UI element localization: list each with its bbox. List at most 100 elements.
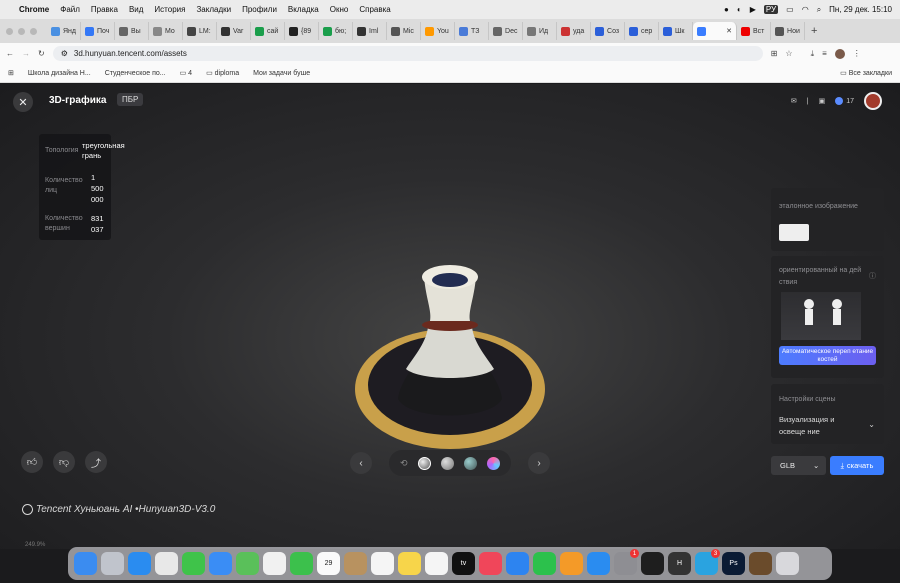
dock-trash-icon[interactable] — [776, 552, 799, 575]
menubar-app-name[interactable]: Chrome — [19, 5, 49, 14]
dock-keynote-icon[interactable] — [506, 552, 529, 575]
back-icon[interactable]: ← — [6, 49, 14, 58]
tab[interactable]: {89 — [285, 22, 320, 40]
tab[interactable]: ТЗ — [455, 22, 490, 40]
rig-preview[interactable] — [781, 292, 861, 340]
tab[interactable]: Iml — [353, 22, 388, 40]
dock-finder-icon[interactable] — [74, 552, 97, 575]
search-icon[interactable]: ⌕ — [817, 5, 821, 15]
dock-facetime-icon[interactable] — [290, 552, 313, 575]
visualization-dropdown[interactable]: Визуализация и освеще ние — [779, 414, 859, 438]
tab[interactable]: Вст — [737, 22, 772, 40]
tab[interactable]: Соз — [591, 22, 626, 40]
dock-safari-icon[interactable] — [128, 552, 151, 575]
tab[interactable]: уда — [557, 22, 592, 40]
dock-calendar-icon[interactable]: 29 — [317, 552, 340, 575]
menu-window[interactable]: Окно — [330, 5, 349, 14]
next-button[interactable]: › — [528, 452, 550, 474]
tab[interactable]: Шк — [659, 22, 694, 40]
close-window-button[interactable] — [6, 27, 13, 35]
dock-tv-icon[interactable]: tv — [452, 552, 475, 575]
profile-avatar[interactable] — [834, 48, 845, 59]
dock-settings-icon[interactable]: 1 — [614, 549, 639, 575]
credits-counter[interactable]: 17 — [835, 97, 854, 105]
tab[interactable]: Янд — [47, 22, 82, 40]
all-bookmarks[interactable]: ▭ Все закладки — [840, 69, 892, 77]
status-icon[interactable]: ▶ — [750, 5, 756, 14]
translate-icon[interactable]: ⊞ — [771, 49, 778, 58]
close-tab-icon[interactable]: ✕ — [726, 27, 732, 35]
material-pbr-button[interactable] — [417, 456, 431, 470]
bookmark-item[interactable]: Студенческое по... — [105, 70, 166, 77]
menu-edit[interactable]: Правка — [91, 5, 118, 14]
url-field[interactable]: ⚙ 3d.hunyuan.tencent.com/assets — [52, 46, 763, 61]
dislike-button[interactable]: 👎︎ — [53, 451, 75, 473]
tab[interactable]: Dec — [489, 22, 524, 40]
battery-icon[interactable]: ▭ — [786, 5, 794, 14]
dock-folder-icon[interactable] — [749, 552, 772, 575]
info-icon[interactable]: ⓘ — [869, 271, 876, 281]
tab[interactable]: сер — [625, 22, 660, 40]
dock-chrome-icon[interactable] — [155, 552, 178, 575]
menu-file[interactable]: Файл — [60, 5, 80, 14]
dock-launchpad-icon[interactable] — [101, 552, 124, 575]
tab[interactable]: Вы — [115, 22, 150, 40]
material-green-button[interactable] — [463, 456, 477, 470]
user-avatar[interactable] — [864, 92, 882, 110]
close-button[interactable]: ✕ — [13, 92, 33, 112]
tab[interactable]: LM: — [183, 22, 218, 40]
menu-help[interactable]: Справка — [359, 5, 390, 14]
reference-thumbnail[interactable] — [779, 224, 809, 241]
tab[interactable]: Поч — [81, 22, 116, 40]
status-icon[interactable]: ◐ — [737, 5, 742, 14]
minimize-window-button[interactable] — [18, 27, 25, 35]
bookmark-folder[interactable]: ▭ diploma — [206, 69, 239, 77]
input-language[interactable]: РУ — [763, 5, 779, 14]
dock-mail-icon[interactable] — [209, 552, 232, 575]
rotate-icon[interactable]: ⟲ — [400, 458, 408, 469]
extensions-icon[interactable]: ≡ — [822, 49, 827, 58]
dock-maps-icon[interactable] — [236, 552, 259, 575]
gift-icon[interactable]: ▣ — [819, 97, 826, 105]
site-info-icon[interactable]: ⚙ — [61, 49, 68, 58]
mail-icon[interactable]: ✉ — [791, 97, 797, 105]
dock-notes-icon[interactable] — [398, 552, 421, 575]
dock-figma-icon[interactable] — [641, 552, 664, 575]
clock[interactable]: Пн, 29 дек. 15:10 — [829, 5, 892, 14]
format-select[interactable]: GLB ⌄ — [771, 456, 826, 475]
dock-numbers-icon[interactable] — [533, 552, 556, 575]
more-menu-icon[interactable]: ⋮ — [853, 49, 861, 58]
bookmark-folder[interactable]: ▭ 4 — [180, 69, 192, 77]
dock-hunyuan-icon[interactable]: H — [668, 552, 691, 575]
tab[interactable]: сай — [251, 22, 286, 40]
download-icon[interactable]: ⤓ — [811, 49, 815, 59]
tab[interactable]: Mic — [387, 22, 422, 40]
new-tab-button[interactable]: + — [811, 25, 817, 37]
tab[interactable]: Var — [217, 22, 252, 40]
dock-messages-icon[interactable] — [182, 552, 205, 575]
share-button[interactable]: ⤴ — [85, 451, 107, 473]
forward-icon[interactable]: → — [22, 49, 30, 58]
chevron-down-icon[interactable]: ⌄ — [868, 420, 875, 429]
menu-history[interactable]: История — [154, 5, 185, 14]
dock-photos-icon[interactable] — [263, 552, 286, 575]
dock-photoshop-icon[interactable]: Ps — [722, 552, 745, 575]
tab[interactable]: Ид — [523, 22, 558, 40]
material-normal-button[interactable] — [486, 456, 500, 470]
dock-telegram-icon[interactable]: 3 — [695, 549, 720, 575]
reload-icon[interactable]: ↻ — [38, 49, 45, 58]
tab-active[interactable]: ✕ — [693, 22, 738, 40]
zoom-window-button[interactable] — [30, 27, 37, 35]
dock-freeform-icon[interactable] — [425, 552, 448, 575]
tab[interactable]: бю; — [319, 22, 354, 40]
dock-music-icon[interactable] — [479, 552, 502, 575]
prev-button[interactable]: ‹ — [350, 452, 372, 474]
like-button[interactable]: 👍︎ — [21, 451, 43, 473]
dock-pages-icon[interactable] — [560, 552, 583, 575]
dock-reminders-icon[interactable] — [371, 552, 394, 575]
bookmark-item[interactable]: Школа дизайна Н... — [28, 70, 91, 77]
bookmark-star-icon[interactable]: ☆ — [785, 49, 792, 58]
tab[interactable]: Нои — [771, 22, 806, 40]
download-button[interactable]: ⤓ скачать — [830, 456, 884, 475]
material-grey-button[interactable] — [440, 456, 454, 470]
